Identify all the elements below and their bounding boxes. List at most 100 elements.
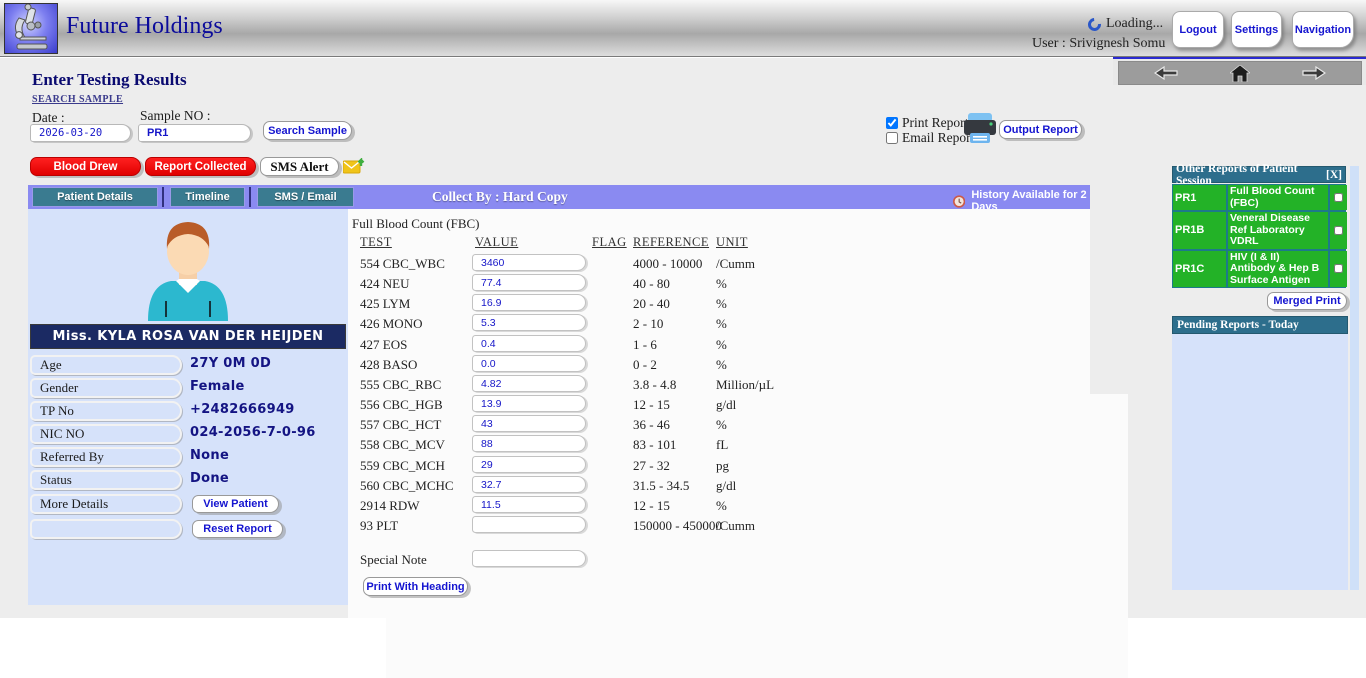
test-name: 93 PLT [360, 518, 398, 534]
merged-print-button[interactable]: Merged Print [1267, 292, 1347, 310]
report-select-checkbox[interactable] [1334, 193, 1343, 202]
report-select-checkbox[interactable] [1334, 226, 1343, 235]
value-input[interactable] [472, 395, 586, 412]
value-input[interactable] [472, 274, 586, 291]
special-note-label: Special Note [360, 552, 427, 568]
value-input[interactable] [472, 254, 586, 271]
blood-drew-button[interactable]: Blood Drew [30, 157, 141, 176]
test-name: 555 CBC_RBC [360, 377, 441, 393]
table-row: 424 NEU 40 - 80 % [348, 274, 1090, 294]
reference-range: 20 - 40 [633, 296, 670, 312]
tab-timeline[interactable]: Timeline [170, 187, 245, 207]
field-value: 024-2056-7-0-96 [190, 425, 316, 440]
report-code[interactable]: PR1C [1173, 251, 1226, 288]
value-input[interactable] [472, 355, 586, 372]
forward-arrow-icon[interactable] [1302, 65, 1326, 81]
browser-nav-strip [1113, 57, 1366, 85]
logout-button[interactable]: Logout [1172, 11, 1224, 48]
table-row: 93 PLT 150000 - 450000 /Cumm [348, 516, 1090, 536]
settings-button[interactable]: Settings [1231, 11, 1282, 48]
report-name[interactable]: Full Blood Count (FBC) [1228, 185, 1328, 210]
test-name: 558 CBC_MCV [360, 437, 445, 453]
unit: g/dl [716, 478, 736, 494]
report-code[interactable]: PR1B [1173, 212, 1226, 249]
date-input[interactable] [30, 124, 131, 142]
send-email-icon[interactable] [343, 158, 365, 181]
report-code[interactable]: PR1 [1173, 185, 1226, 210]
logged-in-user: User : Srivignesh Somu [1032, 36, 1165, 52]
tab-separator [249, 187, 251, 207]
unit: g/dl [716, 397, 736, 413]
close-icon[interactable]: [X] [1326, 169, 1342, 181]
sms-alert-button[interactable]: SMS Alert [260, 157, 339, 176]
table-row: 2914 RDW 12 - 15 % [348, 496, 1090, 516]
table-row: 555 CBC_RBC 3.8 - 4.8 Million/µL [348, 375, 1090, 395]
test-name: 428 BASO [360, 357, 417, 373]
value-input[interactable] [472, 294, 586, 311]
loading-text: Loading... [1106, 16, 1163, 32]
special-note-input[interactable] [472, 550, 586, 567]
field-label-pill: NIC NO [30, 424, 182, 444]
navigation-button[interactable]: Navigation [1292, 11, 1354, 48]
test-name: 427 EOS [360, 337, 407, 353]
email-report-checkbox[interactable] [886, 132, 898, 144]
pending-reports-panel [1172, 334, 1348, 590]
app-header: Future Holdings Loading... User : Srivig… [0, 0, 1366, 57]
test-name: 554 CBC_WBC [360, 256, 445, 272]
field-value: Female [190, 379, 245, 394]
reference-range: 12 - 15 [633, 397, 670, 413]
company-logo [4, 3, 58, 54]
output-report-button[interactable]: Output Report [999, 120, 1082, 139]
report-name[interactable]: HIV (I & II) Antibody & Hep B Surface An… [1228, 251, 1328, 288]
value-input[interactable] [472, 435, 586, 452]
back-arrow-icon[interactable] [1154, 65, 1178, 81]
value-input[interactable] [472, 415, 586, 432]
field-label-pill: Gender [30, 378, 182, 398]
report-collected-button[interactable]: Report Collected [145, 157, 256, 176]
search-sample-button[interactable]: Search Sample [263, 121, 352, 140]
field-label-pill: More Details [30, 494, 182, 514]
value-input[interactable] [472, 314, 586, 331]
tab-separator [162, 187, 164, 207]
unit: % [716, 276, 727, 292]
tab-sms-email[interactable]: SMS / Email [257, 187, 354, 207]
column-header-flag: FLAG [592, 235, 627, 250]
patient-panel: Miss. KYLA ROSA VAN DER HEIJDEN Age 27Y … [28, 209, 348, 605]
home-icon[interactable] [1228, 65, 1252, 81]
reference-range: 36 - 46 [633, 417, 670, 433]
report-select-checkbox[interactable] [1334, 264, 1343, 273]
tab-patient-details[interactable]: Patient Details [32, 187, 158, 207]
sample-no-input[interactable] [138, 124, 251, 142]
value-input[interactable] [472, 456, 586, 473]
section-tabbar: Patient Details Timeline SMS / Email Tes… [28, 185, 1090, 209]
value-input[interactable] [472, 516, 586, 533]
loading-spinner-icon [1085, 15, 1103, 33]
value-input[interactable] [472, 496, 586, 513]
print-report-option[interactable]: Print Report [886, 115, 968, 131]
print-report-label: Print Report [902, 115, 968, 131]
unit: % [716, 357, 727, 373]
field-value: +2482666949 [190, 402, 295, 417]
print-with-heading-button[interactable]: Print With Heading [363, 577, 468, 596]
search-sample-link[interactable]: SEARCH SAMPLE [32, 94, 123, 105]
reference-range: 1 - 6 [633, 337, 657, 353]
table-row: 557 CBC_HCT 36 - 46 % [348, 415, 1090, 435]
unit: /Cumm [716, 256, 755, 272]
unit: % [716, 498, 727, 514]
page-title: Enter Testing Results [32, 70, 187, 90]
sidebar-scrollbar[interactable] [1350, 166, 1359, 590]
value-input[interactable] [472, 375, 586, 392]
report-name[interactable]: Veneral Disease Ref Laboratory VDRL [1228, 212, 1328, 249]
value-input[interactable] [472, 335, 586, 352]
reset-report-button[interactable]: Reset Report [192, 520, 283, 538]
other-reports-header: Other Reports of Patient Session [X] [1172, 166, 1346, 183]
view-patient-button[interactable]: View Patient [192, 495, 279, 513]
column-header-test: TEST [360, 235, 392, 250]
pending-reports-header: Pending Reports - Today [1172, 316, 1348, 334]
value-input[interactable] [472, 476, 586, 493]
app-title: Future Holdings [66, 13, 223, 40]
reference-range: 40 - 80 [633, 276, 670, 292]
unit: % [716, 337, 727, 353]
reference-range: 12 - 15 [633, 498, 670, 514]
print-report-checkbox[interactable] [886, 117, 898, 129]
